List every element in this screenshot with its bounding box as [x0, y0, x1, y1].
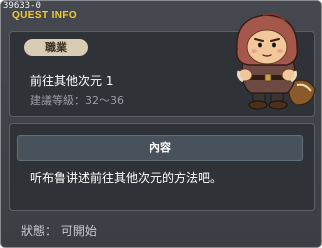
job-badge: 職業 [24, 39, 88, 56]
quest-name: 前往其他次元 1 [30, 74, 114, 88]
quest-description: 听布鲁讲述前往其他次元的方法吧。 [30, 171, 223, 185]
window-title: QUEST INFO [12, 10, 78, 21]
quest-status: 狀態： 可開始 [21, 224, 97, 238]
quest-info-window: 39633-0 QUEST INFO 職業 前往其他次元 1 建議等級：32～3… [0, 0, 322, 248]
content-header: 內容 [17, 135, 303, 161]
hooded-npc-sprite-icon [236, 13, 316, 110]
content-panel: 內容 听布鲁讲述前往其他次元的方法吧。 [9, 123, 315, 211]
recommended-level: 建議等級：32～36 [30, 94, 124, 107]
